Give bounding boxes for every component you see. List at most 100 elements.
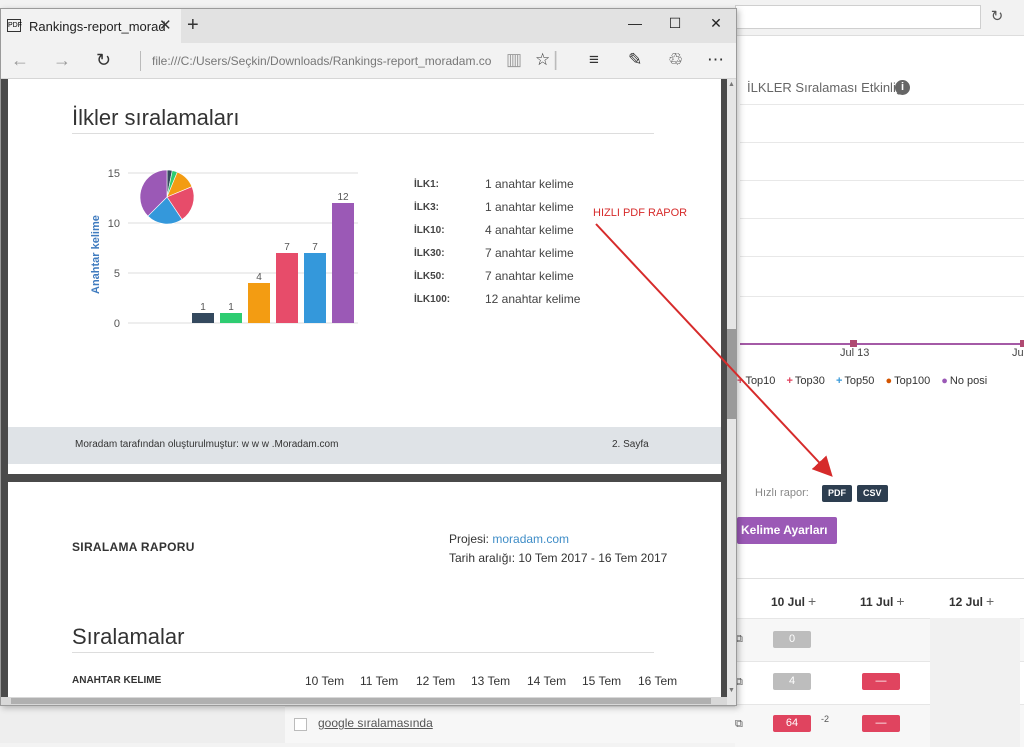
section-title: İlkler sıralamaları <box>72 105 240 130</box>
table-cell <box>930 618 1020 661</box>
hub-icon[interactable]: ≡ <box>589 50 599 70</box>
stat-value: 12 anahtar kelime <box>485 292 581 306</box>
chart-gridline <box>740 180 1024 181</box>
navigation-bar: ← → ↻ file:///C:/Users/Seçkin/Downloads/… <box>1 43 736 79</box>
series-marker[interactable] <box>1020 340 1024 347</box>
scrollbar-thumb[interactable] <box>727 329 736 419</box>
favorite-star-icon[interactable]: ☆ <box>535 50 550 70</box>
stat-label: İLK10: <box>414 225 445 236</box>
stat-label: İLK3: <box>414 202 439 213</box>
y-tick-label: 15 <box>108 168 120 180</box>
legend-label: Top10 <box>745 375 776 387</box>
more-icon[interactable]: ⋯ <box>707 50 724 70</box>
sidebar-bottom <box>0 705 285 743</box>
close-window-icon[interactable]: ✕ <box>704 15 728 32</box>
maximize-icon[interactable]: ☐ <box>663 15 687 32</box>
date-column-header: 16 Tem <box>638 674 678 688</box>
column-header-12-jul[interactable]: 12 Jul + <box>949 593 994 609</box>
share-icon[interactable]: ♲ <box>668 50 683 70</box>
quick-report-label: Hızlı rapor: <box>755 487 809 499</box>
rank-badge: 4 <box>773 673 811 690</box>
x-tick-label: Jul 13 <box>840 347 870 359</box>
minimize-icon[interactable]: — <box>623 15 647 31</box>
divider <box>140 51 141 71</box>
address-bar[interactable]: file:///C:/Users/Seçkin/Downloads/Rankin… <box>152 54 492 68</box>
forward-icon[interactable]: → <box>53 50 71 71</box>
chart-gridline <box>740 218 1024 219</box>
series-marker[interactable] <box>850 340 857 347</box>
pdf-viewer[interactable]: İlkler sıralamaları 0 5 10 15 1 1 4 7 7 12 Anahta… <box>1 79 736 705</box>
legend-item-top100[interactable]: ● Top100 <box>885 375 930 387</box>
activity-chart-title: İLKLER Sıralaması Etkinliği <box>747 80 906 95</box>
rank-badge: 64 <box>773 715 811 732</box>
bar <box>304 253 326 323</box>
legend-label: No posi <box>949 375 988 387</box>
project-link[interactable]: moradam.com <box>492 532 569 546</box>
plus-icon[interactable]: + <box>896 593 904 609</box>
page-footer: Moradam tarafından oluşturulmuştur: w w … <box>8 427 721 464</box>
external-link-icon[interactable]: ⧉ <box>735 718 743 731</box>
horizontal-scrollbar[interactable] <box>1 697 727 705</box>
back-icon[interactable]: ← <box>11 50 29 71</box>
csv-button[interactable]: CSV <box>857 485 888 502</box>
date-column-header: 10 Tem <box>305 674 345 688</box>
column-header-label: 10 Jul <box>771 595 806 609</box>
rank-badge: 0 <box>773 631 811 648</box>
chart-gridline <box>740 104 1024 105</box>
chart-gridline <box>740 256 1024 257</box>
x-tick-label: Jul <box>1012 347 1024 359</box>
column-header-11-jul[interactable]: 11 Jul + <box>860 593 905 609</box>
tab-rankings-report[interactable]: PDF Rankings-report_morad ✕ <box>1 9 181 43</box>
refresh-icon[interactable]: ↻ <box>96 50 111 71</box>
info-icon[interactable]: i <box>895 80 910 95</box>
close-tab-icon[interactable]: ✕ <box>159 16 172 34</box>
section-title: Sıralamalar <box>72 624 185 649</box>
keyword-link[interactable]: google sıralamasında <box>318 716 433 730</box>
date-column-header: 11 Tem <box>360 674 399 688</box>
background-address-bar[interactable] <box>735 5 981 29</box>
date-column-header: 12 Tem <box>416 674 456 688</box>
legend-item-top10[interactable]: + Top10 <box>737 375 775 387</box>
stat-value: 7 anahtar kelime <box>485 246 574 260</box>
y-tick-label: 0 <box>114 318 120 330</box>
bar <box>276 253 298 323</box>
new-tab-icon[interactable]: + <box>187 14 199 37</box>
bar <box>220 313 242 323</box>
keyword-settings-button[interactable]: Kelime Ayarları <box>737 517 837 544</box>
plus-icon[interactable]: + <box>986 593 994 609</box>
chart-gridline <box>740 296 1024 297</box>
legend-label: Top50 <box>844 375 875 387</box>
annotation-label: HIZLI PDF RAPOR <box>593 207 688 219</box>
legend-item-no-position[interactable]: ● No posi <box>941 375 987 387</box>
legend-item-top30[interactable]: + Top30 <box>786 375 824 387</box>
column-header-10-jul[interactable]: 10 Jul + <box>771 593 816 609</box>
stat-label: İLK50: <box>414 271 445 282</box>
plus-icon[interactable]: + <box>808 593 816 609</box>
project-label: Projesi: <box>449 532 490 546</box>
vertical-scrollbar[interactable]: ▲ ▼ <box>727 79 736 705</box>
date-range: Tarih aralığı: 10 Tem 2017 - 16 Tem 2017 <box>449 551 668 565</box>
edge-browser-window: PDF Rankings-report_morad ✕ + — ☐ ✕ ← → … <box>0 8 737 706</box>
reading-view-icon[interactable]: ▥ <box>506 50 522 70</box>
rankings-bar-chart: 0 5 10 15 1 1 4 7 7 12 <box>108 168 358 330</box>
data-label: 4 <box>256 272 262 283</box>
divider <box>72 133 654 134</box>
scrollbar-thumb[interactable] <box>11 698 711 704</box>
scroll-down-icon[interactable]: ▼ <box>727 687 736 694</box>
stat-label: İLK100: <box>414 294 451 305</box>
legend-marker-icon: ● <box>885 375 893 387</box>
chart-legend: + Top10 + Top30 + Top50 ● Top100 ● No posi <box>737 375 995 387</box>
bar <box>332 203 354 323</box>
legend-item-top50[interactable]: + Top50 <box>836 375 874 387</box>
y-tick-label: 10 <box>108 218 120 230</box>
date-column-header: 14 Tem <box>527 674 567 688</box>
column-header-label: 12 Jul <box>949 595 984 609</box>
pdf-button[interactable]: PDF <box>822 485 852 502</box>
keyword-column-header: ANAHTAR KELIME <box>72 675 162 686</box>
scroll-up-icon[interactable]: ▲ <box>727 81 736 88</box>
stat-label: İLK1: <box>414 179 439 190</box>
stat-value: 4 anahtar kelime <box>485 223 574 237</box>
web-note-icon[interactable]: ✎ <box>628 50 642 70</box>
refresh-icon[interactable]: ↻ <box>986 7 1008 27</box>
row-checkbox[interactable] <box>294 718 307 731</box>
